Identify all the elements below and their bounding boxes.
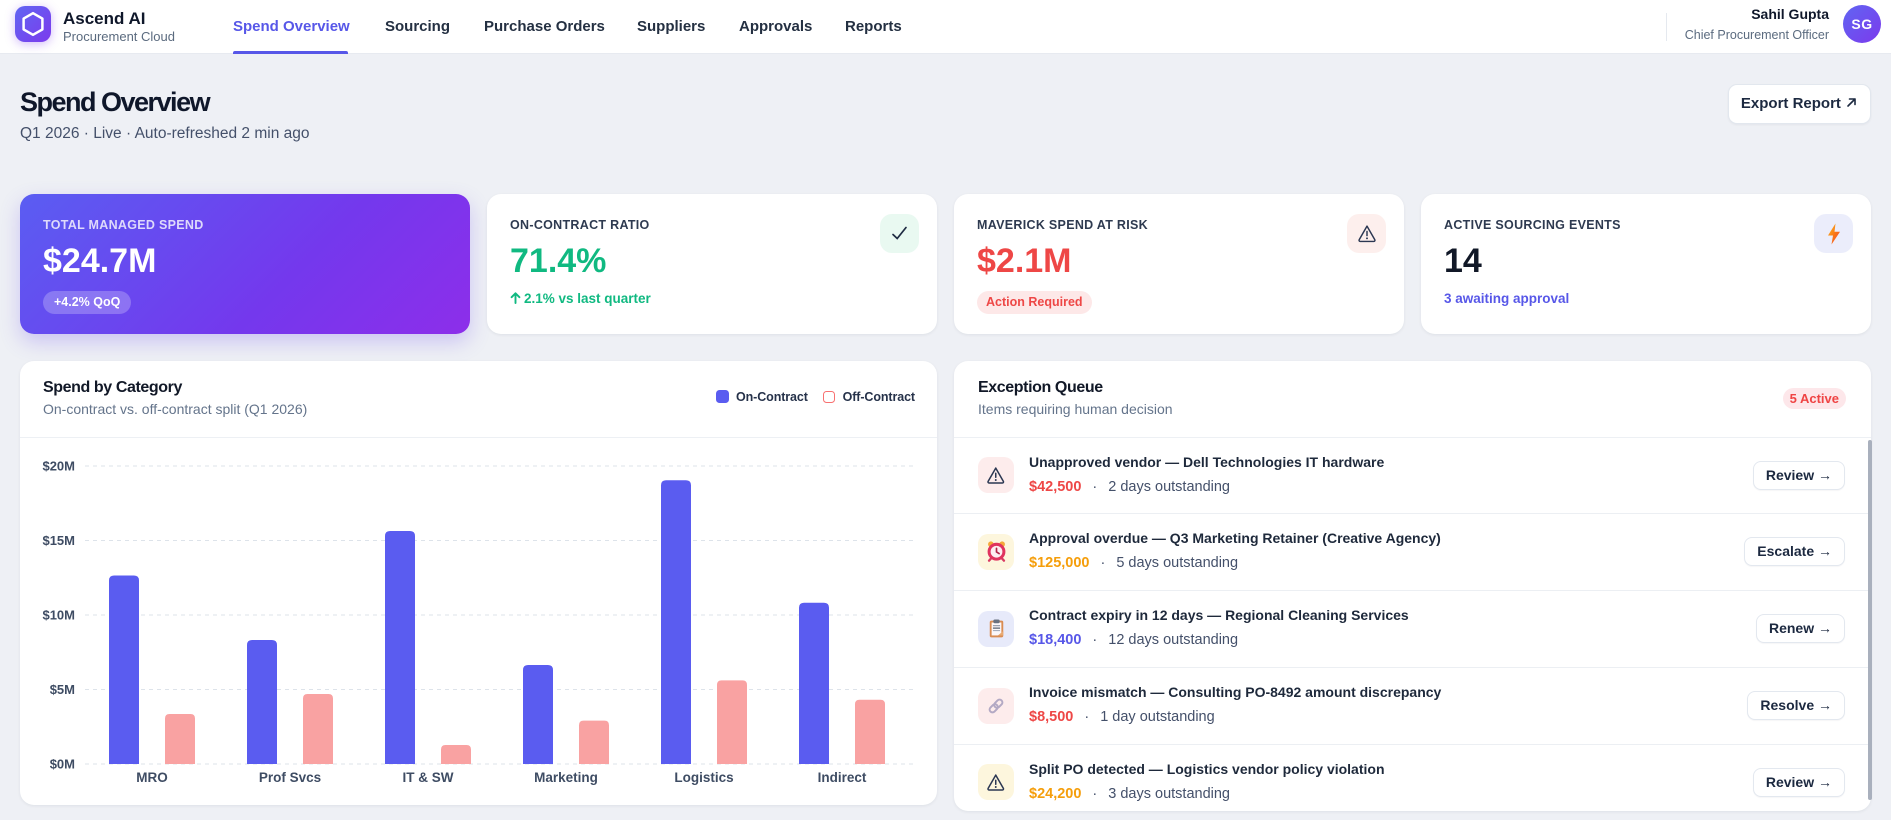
svg-text:$10M: $10M [42,608,75,623]
svg-text:Logistics: Logistics [674,770,733,785]
svg-text:$20M: $20M [42,459,75,474]
svg-text:$15M: $15M [42,533,75,548]
svg-text:MRO: MRO [136,770,168,785]
svg-text:Prof Svcs: Prof Svcs [259,770,321,785]
svg-text:$5M: $5M [50,682,75,697]
svg-text:$0M: $0M [50,757,75,772]
svg-text:Marketing: Marketing [534,770,598,785]
svg-text:IT & SW: IT & SW [403,770,454,785]
svg-text:Indirect: Indirect [818,770,867,785]
